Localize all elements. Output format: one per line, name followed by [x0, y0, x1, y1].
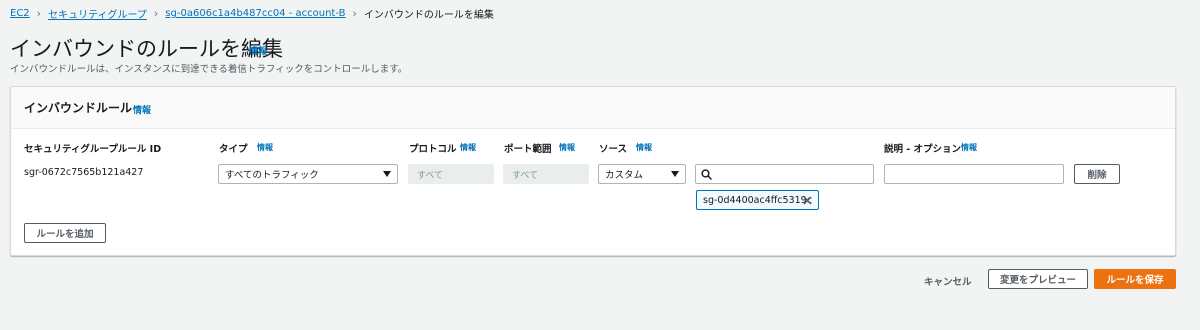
inbound-rules-panel: インバウンドルール 情報 セキュリティグループルール ID タイプ 情報 プロト…	[10, 86, 1176, 256]
chevron-right-icon: ›	[153, 7, 159, 20]
breadcrumb-current: インバウンドのルールを編集	[363, 10, 494, 21]
save-rules-button[interactable]: ルールを保存	[1094, 269, 1176, 289]
breadcrumb-ec2[interactable]: EC2	[10, 8, 30, 19]
description-input[interactable]	[884, 164, 1064, 184]
source-type-value: カスタム	[605, 170, 644, 181]
caret-down-icon	[383, 171, 391, 177]
column-header-port-range: ポート範囲	[504, 144, 552, 155]
description-info-link[interactable]: 情報	[961, 142, 977, 153]
search-icon	[701, 169, 712, 180]
panel-info-link[interactable]: 情報	[133, 103, 151, 116]
column-header-source: ソース	[599, 144, 628, 155]
breadcrumb-security-group[interactable]: sg-0a606c1a4b487cc04 - account-B	[165, 8, 345, 19]
page-description: インバウンドルールは、インスタンスに到達できる着信トラフィックをコントロールしま…	[10, 64, 408, 75]
rule-id-value: sgr-0672c7565b121a427	[24, 167, 144, 178]
protocol-info-link[interactable]: 情報	[460, 142, 476, 153]
type-info-link[interactable]: 情報	[257, 142, 273, 153]
delete-button[interactable]: 削除	[1074, 164, 1120, 184]
preview-changes-button[interactable]: 変更をプレビュー	[988, 269, 1088, 289]
chevron-right-icon: ›	[36, 7, 42, 20]
add-rule-button[interactable]: ルールを追加	[24, 223, 106, 243]
cancel-button[interactable]: キャンセル	[924, 274, 972, 288]
panel-header: インバウンドルール 情報	[11, 87, 1175, 129]
page-info-link[interactable]: 情報	[249, 44, 267, 57]
type-select-value: すべてのトラフィック	[225, 170, 319, 181]
protocol-value: すべて	[417, 170, 444, 181]
page-title: インバウンドのルールを編集	[10, 37, 283, 61]
port-range-field: すべて	[503, 164, 589, 184]
source-info-link[interactable]: 情報	[636, 142, 652, 153]
source-token-label: sg-0d4400ac4ffc5319c	[703, 194, 812, 206]
chevron-right-icon: ›	[352, 7, 357, 20]
type-select[interactable]: すべてのトラフィック	[218, 164, 398, 184]
protocol-field: すべて	[408, 164, 494, 184]
source-token: sg-0d4400ac4ffc5319c	[696, 190, 819, 210]
column-header-rule-id: セキュリティグループルール ID	[24, 144, 162, 155]
source-type-select[interactable]: カスタム	[598, 164, 686, 184]
source-search-input[interactable]	[695, 164, 874, 184]
column-header-protocol: プロトコル	[409, 144, 457, 155]
port-range-info-link[interactable]: 情報	[559, 142, 575, 153]
breadcrumb: EC2 › セキュリティグループ › sg-0a606c1a4b487cc04 …	[10, 6, 494, 21]
breadcrumb-security-groups[interactable]: セキュリティグループ	[48, 6, 147, 21]
column-header-type: タイプ	[219, 144, 248, 155]
caret-down-icon	[671, 171, 679, 177]
close-icon[interactable]	[803, 196, 812, 205]
panel-title: インバウンドルール	[24, 101, 133, 115]
port-range-value: すべて	[512, 170, 539, 181]
column-header-description: 説明 - オプション	[884, 144, 962, 155]
